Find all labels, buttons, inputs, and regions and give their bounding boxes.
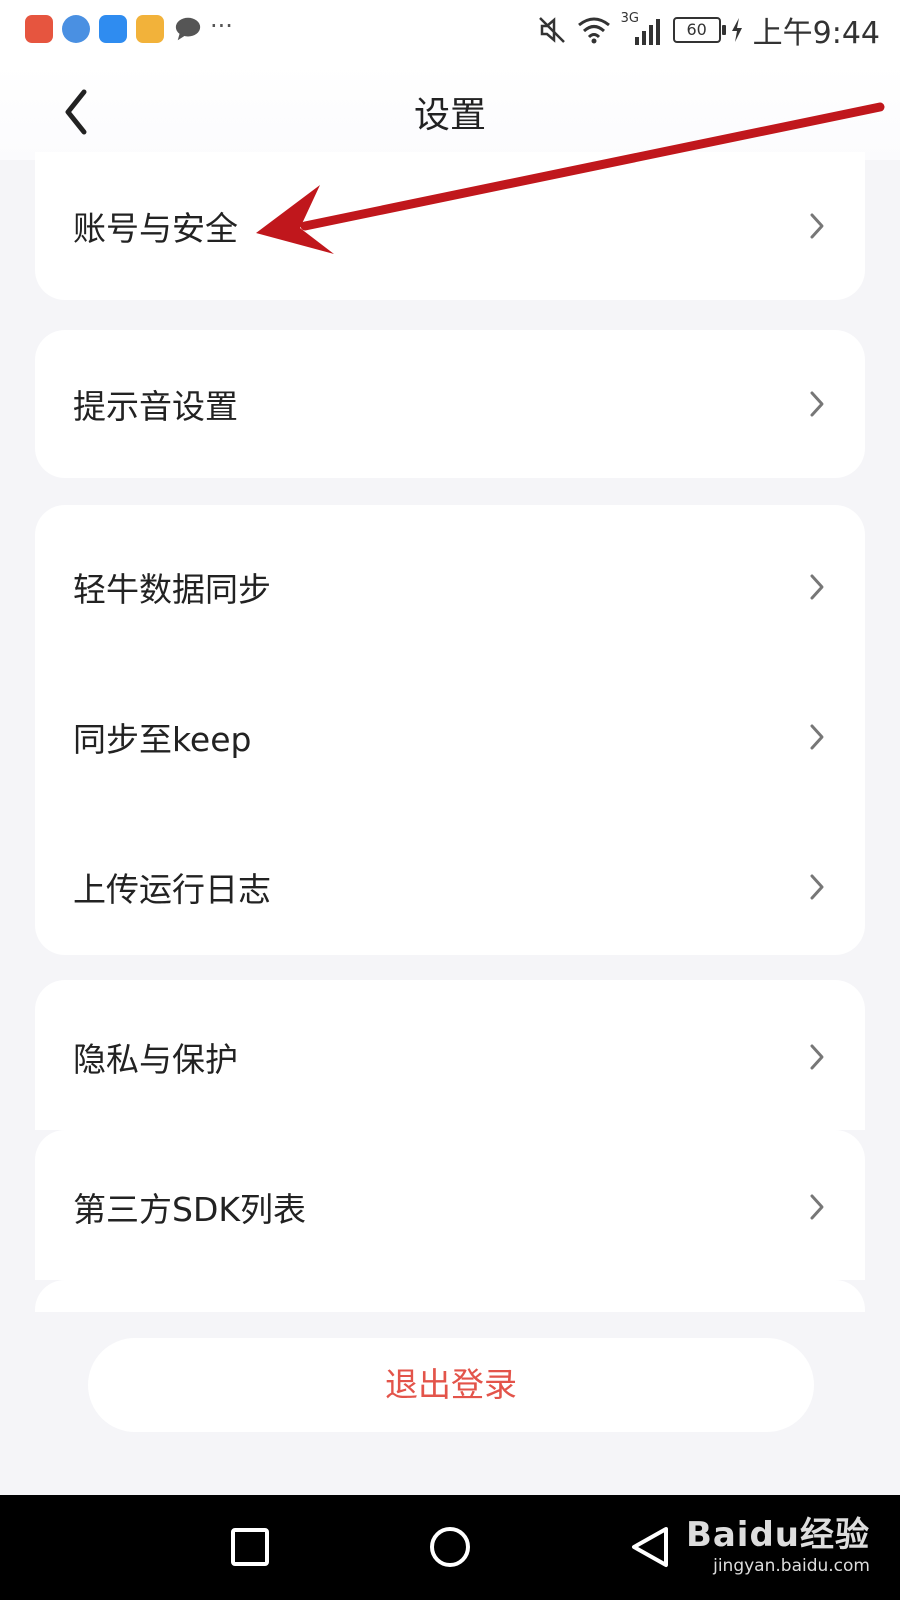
chevron-right-icon bbox=[810, 1044, 824, 1069]
settings-item-upload-log[interactable]: 上传运行日志 bbox=[35, 813, 865, 960]
battery-icon: 60 bbox=[672, 17, 726, 43]
settings-item-notification-sound[interactable]: 提示音设置 bbox=[35, 330, 865, 477]
system-nav-bar: Baidu经验 jingyan.baidu.com bbox=[0, 1495, 900, 1600]
settings-group-privacy: 隐私与保护 bbox=[35, 980, 865, 1130]
settings-group-more-peek bbox=[35, 1280, 865, 1312]
settings-group-sdk: 第三方SDK列表 bbox=[35, 1130, 865, 1280]
settings-item-sync-keep[interactable]: 同步至keep bbox=[35, 663, 865, 810]
settings-item-label: 隐私与保护 bbox=[73, 1039, 238, 1079]
recent-apps-button[interactable] bbox=[230, 1527, 270, 1567]
signal-icon: 3G bbox=[621, 11, 663, 47]
settings-group-account: 账号与安全 bbox=[35, 152, 865, 300]
clock: 上午9:44 bbox=[752, 16, 880, 51]
mute-icon bbox=[538, 17, 565, 43]
message-icon bbox=[175, 17, 201, 41]
wifi-icon bbox=[577, 17, 610, 44]
settings-item-label: 同步至keep bbox=[73, 719, 252, 759]
back-nav-button[interactable] bbox=[628, 1525, 672, 1569]
chevron-right-icon bbox=[810, 724, 824, 749]
settings-item-label: 提示音设置 bbox=[73, 386, 238, 426]
charging-icon bbox=[731, 18, 742, 42]
chevron-right-icon bbox=[810, 1194, 824, 1219]
shield-app-icon bbox=[99, 15, 127, 43]
settings-item-data-sync[interactable]: 轻牛数据同步 bbox=[35, 513, 865, 660]
status-bar: ··· 3G 60 上午9:44 bbox=[0, 0, 900, 64]
header: 设置 bbox=[0, 64, 900, 160]
watermark-brand: Baidu经验 bbox=[685, 1515, 870, 1555]
chevron-right-icon bbox=[810, 213, 824, 238]
browser-icon bbox=[62, 15, 90, 43]
settings-item-sdk-list[interactable]: 第三方SDK列表 bbox=[35, 1133, 865, 1280]
settings-item-account-security[interactable]: 账号与安全 bbox=[35, 152, 865, 299]
chevron-right-icon bbox=[810, 391, 824, 416]
home-button[interactable] bbox=[428, 1525, 472, 1569]
more-notifications-icon: ··· bbox=[210, 12, 233, 40]
settings-group-sound: 提示音设置 bbox=[35, 330, 865, 478]
logout-button[interactable]: 退出登录 bbox=[88, 1338, 814, 1432]
chevron-right-icon bbox=[810, 874, 824, 899]
watermark-url: jingyan.baidu.com bbox=[713, 1556, 870, 1576]
settings-group-sync: 轻牛数据同步 同步至keep 上传运行日志 bbox=[35, 505, 865, 955]
baidu-jingyan-watermark: Baidu经验 jingyan.baidu.com bbox=[686, 1507, 870, 1576]
settings-item-label: 第三方SDK列表 bbox=[73, 1189, 306, 1229]
page-title: 设置 bbox=[413, 95, 486, 136]
chevron-right-icon bbox=[810, 574, 824, 599]
settings-item-label: 账号与安全 bbox=[73, 208, 238, 248]
settings-item-label: 上传运行日志 bbox=[73, 869, 271, 909]
status-indicators: 3G 60 上午9:44 bbox=[537, 10, 880, 51]
gift-app-icon bbox=[136, 15, 164, 43]
battery-level: 60 bbox=[686, 20, 707, 39]
settings-item-label: 轻牛数据同步 bbox=[73, 569, 271, 609]
settings-item-privacy[interactable]: 隐私与保护 bbox=[35, 983, 865, 1130]
huawei-app-icon bbox=[25, 15, 53, 43]
